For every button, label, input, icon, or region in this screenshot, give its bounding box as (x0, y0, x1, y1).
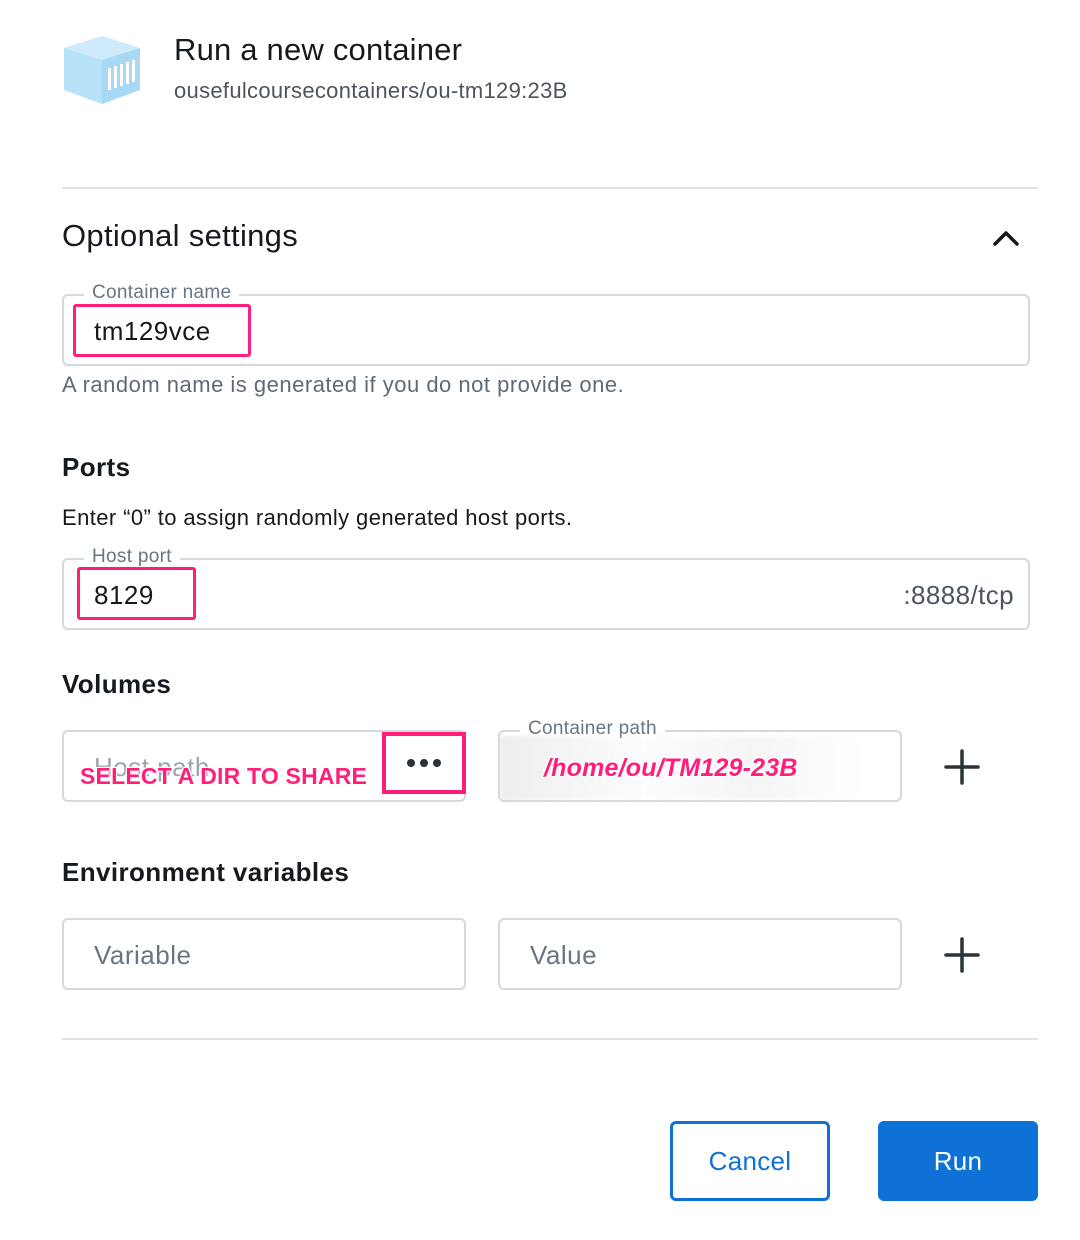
header-divider (62, 187, 1038, 189)
env-title: Environment variables (62, 857, 350, 887)
add-env-plus-icon[interactable] (944, 937, 980, 973)
container-icon (64, 36, 140, 104)
ports-title: Ports (62, 452, 131, 482)
dialog-header: Run a new container ousefulcoursecontain… (62, 30, 1038, 120)
container-name-highlight (73, 304, 251, 357)
optional-settings-title: Optional settings (62, 218, 299, 253)
container-port: :8888/tcp (903, 580, 1014, 610)
browse-button[interactable] (382, 732, 466, 794)
host-port-highlight (77, 567, 196, 620)
host-port-label: Host port (84, 546, 180, 568)
chevron-up-icon[interactable] (988, 222, 1024, 254)
cancel-button[interactable]: Cancel (670, 1121, 830, 1201)
value-placeholder: Value (530, 940, 598, 970)
more-horizontal-icon (405, 759, 444, 767)
host-port-field[interactable]: Host port 8129 :8888/tcp (62, 546, 1030, 630)
footer-divider (62, 1038, 1038, 1040)
select-dir-annotation: SELECT A DIR TO SHARE (80, 763, 368, 789)
add-volume-plus-icon[interactable] (944, 749, 980, 785)
container-name-helper: A random name is generated if you do not… (62, 372, 625, 397)
container-name-label: Container name (84, 282, 240, 304)
ports-description: Enter “0” to assign randomly generated h… (62, 505, 573, 530)
container-path-annotation: /home/ou/TM129-23B (544, 754, 798, 782)
image-name: ousefulcoursecontainers/ou-tm129:23B (174, 78, 568, 103)
dialog-title: Run a new container (174, 32, 463, 67)
run-button[interactable]: Run (878, 1121, 1038, 1201)
volumes-title: Volumes (62, 669, 172, 699)
variable-field[interactable]: Variable (62, 918, 466, 990)
value-field[interactable]: Value (498, 918, 902, 990)
variable-placeholder: Variable (94, 940, 192, 970)
